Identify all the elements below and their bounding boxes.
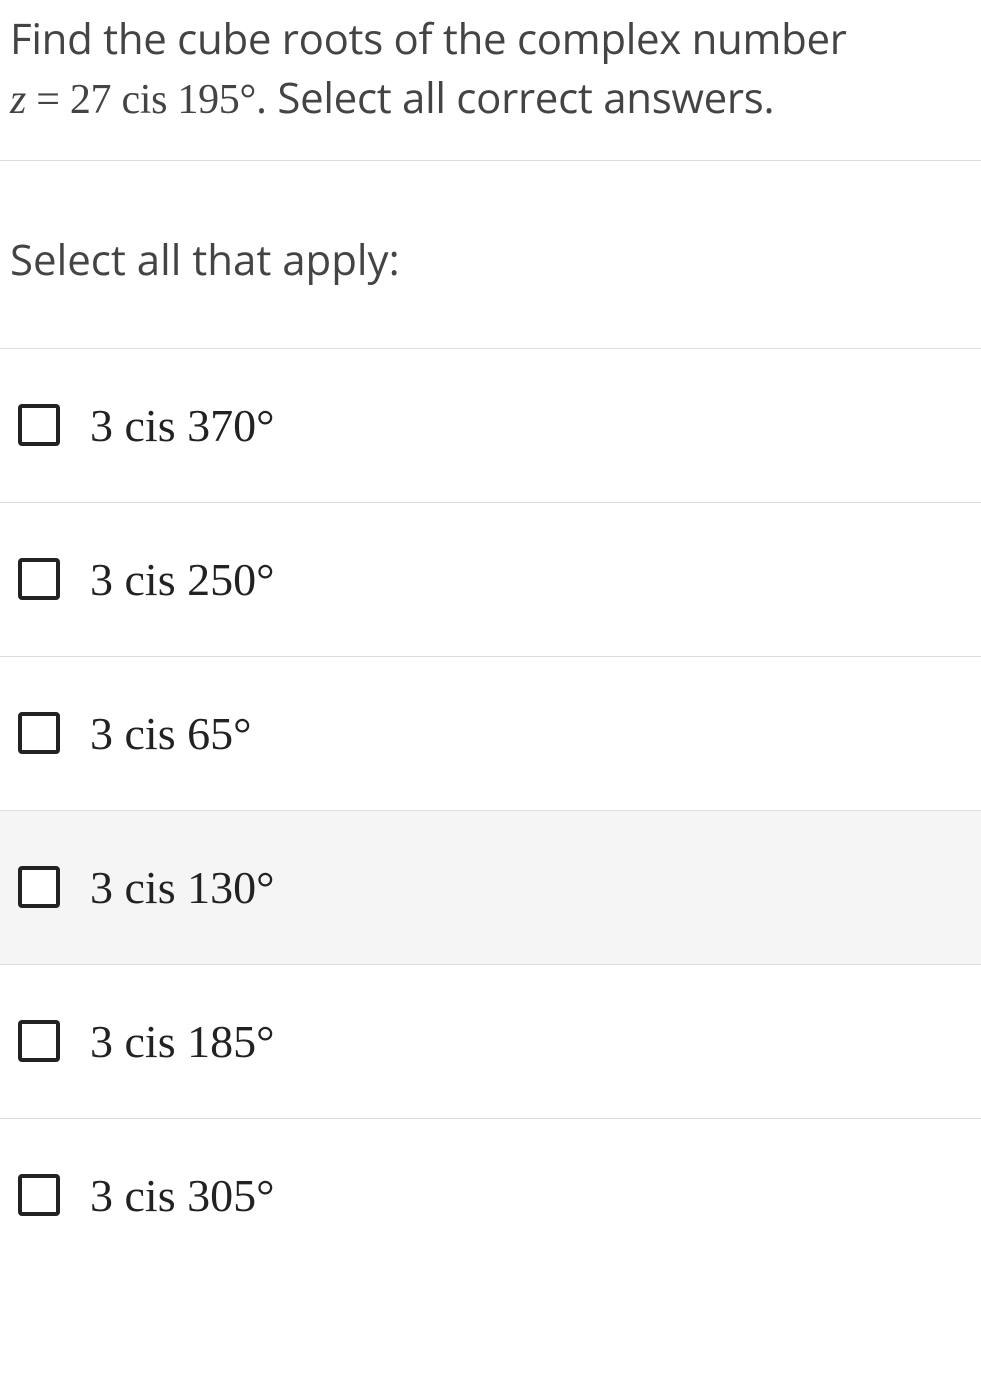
option-label: 3 cis 305° bbox=[90, 1169, 275, 1222]
question-block: Find the cube roots of the complex numbe… bbox=[0, 0, 981, 161]
checkbox[interactable] bbox=[18, 558, 60, 600]
question-val: 27 cis 195° bbox=[70, 77, 256, 123]
question-text: Find the cube roots of the complex numbe… bbox=[10, 10, 971, 130]
answer-option[interactable]: 3 cis 130° bbox=[0, 811, 981, 965]
instruction-block: Select all that apply: bbox=[0, 161, 981, 349]
answer-option[interactable]: 3 cis 250° bbox=[0, 503, 981, 657]
option-label: 3 cis 130° bbox=[90, 861, 275, 914]
option-label: 3 cis 370° bbox=[90, 399, 275, 452]
option-label: 3 cis 185° bbox=[90, 1015, 275, 1068]
question-line1: Find the cube roots of the complex numbe… bbox=[10, 10, 847, 67]
checkbox[interactable] bbox=[18, 866, 60, 908]
checkbox[interactable] bbox=[18, 1020, 60, 1062]
answer-option[interactable]: 3 cis 65° bbox=[0, 657, 981, 811]
checkbox[interactable] bbox=[18, 404, 60, 446]
question-eq: = bbox=[26, 77, 70, 123]
checkbox[interactable] bbox=[18, 1174, 60, 1216]
option-label: 3 cis 250° bbox=[90, 553, 275, 606]
answer-option[interactable]: 3 cis 305° bbox=[0, 1119, 981, 1242]
question-suffix: . Select all correct answers. bbox=[256, 69, 774, 126]
checkbox[interactable] bbox=[18, 712, 60, 754]
option-label: 3 cis 65° bbox=[90, 707, 252, 760]
instruction-text: Select all that apply: bbox=[10, 231, 971, 288]
options-list: 3 cis 370° 3 cis 250° 3 cis 65° 3 cis 130° 3… bbox=[0, 349, 981, 1242]
answer-option[interactable]: 3 cis 370° bbox=[0, 349, 981, 503]
answer-option[interactable]: 3 cis 185° bbox=[0, 965, 981, 1119]
question-var: z bbox=[10, 77, 26, 123]
